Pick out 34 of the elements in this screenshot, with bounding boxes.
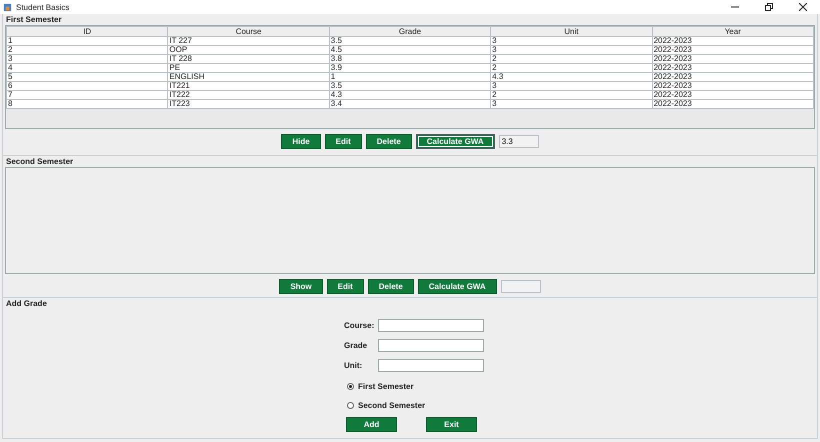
close-icon[interactable] — [799, 3, 807, 11]
app-icon — [3, 2, 12, 12]
radio-label[interactable]: Second Semester — [358, 401, 426, 410]
panel-title: First Semester — [5, 14, 63, 25]
input-field[interactable] — [378, 339, 484, 352]
action-button[interactable]: Edit — [324, 134, 362, 149]
column-header[interactable]: Course — [168, 26, 330, 36]
field-label: Unit: — [344, 361, 364, 370]
column-header[interactable]: Unit — [490, 26, 652, 36]
panel-title: Second Semester — [5, 156, 74, 167]
field-label: Course: — [344, 321, 376, 330]
panel-title: Add Grade — [5, 298, 48, 309]
radio-button[interactable] — [347, 383, 354, 390]
action-button[interactable]: Calculate GWA — [416, 134, 495, 149]
radio-label[interactable]: First Semester — [358, 382, 414, 391]
action-button[interactable]: Hide — [281, 134, 321, 149]
action-button[interactable]: Show — [279, 279, 323, 294]
input-field[interactable] — [378, 359, 484, 372]
action-button[interactable]: Delete — [366, 134, 412, 149]
action-button[interactable]: Delete — [368, 279, 414, 294]
input-field[interactable] — [378, 319, 484, 332]
window-title: Student Basics — [16, 2, 70, 12]
column-header[interactable]: Grade — [329, 26, 491, 36]
gwa-field[interactable]: 3.3 — [498, 135, 539, 148]
action-button[interactable]: Add — [346, 417, 397, 432]
column-header[interactable]: ID — [6, 26, 168, 36]
gwa-field[interactable] — [500, 280, 541, 293]
restore-icon[interactable] — [765, 3, 773, 11]
column-header[interactable]: Year — [652, 26, 814, 36]
action-button[interactable]: Calculate GWA — [418, 279, 497, 294]
radio-button[interactable] — [347, 402, 354, 409]
action-button[interactable]: Exit — [426, 417, 477, 432]
field-label: Grade — [344, 341, 368, 350]
action-button[interactable]: Edit — [326, 279, 364, 294]
